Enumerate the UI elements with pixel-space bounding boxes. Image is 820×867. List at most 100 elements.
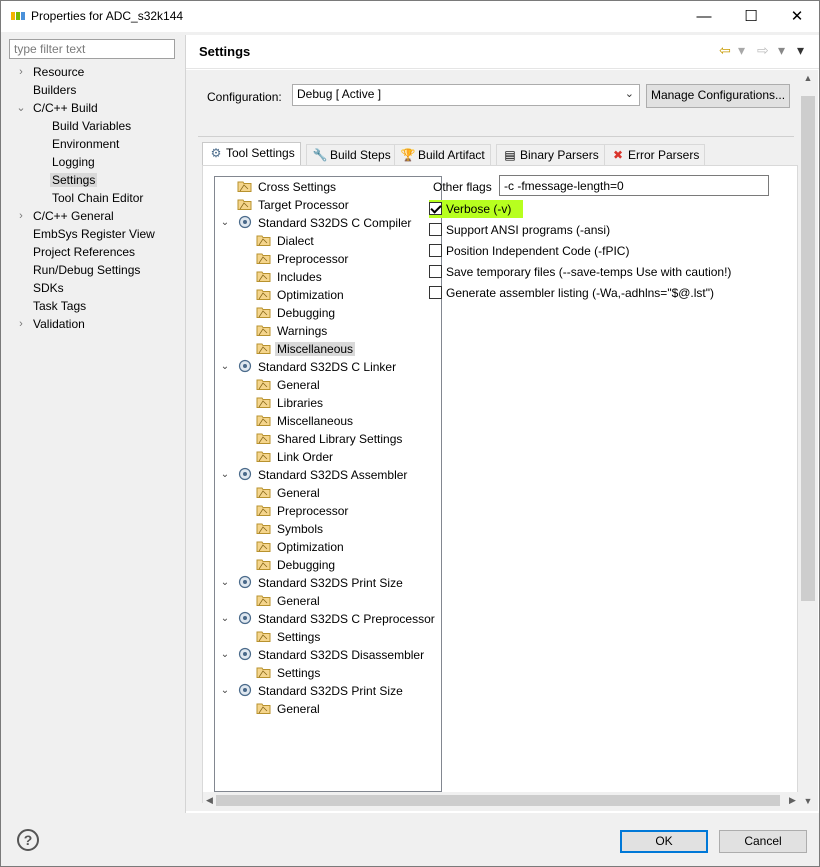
chevron-right-icon[interactable]: › xyxy=(15,207,27,225)
nav-item-builders[interactable]: Builders xyxy=(31,81,78,99)
chevron-right-icon[interactable]: › xyxy=(15,315,27,333)
nav-item-project-references[interactable]: Project References xyxy=(31,243,137,261)
close-button[interactable]: ✕ xyxy=(774,1,820,31)
forward-dropdown-icon[interactable]: ▾ xyxy=(778,42,785,60)
tool-tree-item-standard-s32ds-print-size[interactable]: ⌄ Standard S32DS Print Size xyxy=(221,574,405,592)
nav-item-build-variables[interactable]: Build Variables xyxy=(50,117,133,135)
tool-tree-item-includes[interactable]: Includes xyxy=(256,268,324,286)
tool-tree-item-miscellaneous[interactable]: Miscellaneous xyxy=(256,412,355,430)
tool-tree-item-standard-s32ds-c-compiler[interactable]: ⌄ Standard S32DS C Compiler xyxy=(221,214,413,232)
view-menu-icon[interactable]: ▾ xyxy=(797,42,804,60)
tool-tree-item-standard-s32ds-c-linker[interactable]: ⌄ Standard S32DS C Linker xyxy=(221,358,398,376)
other-flags-input[interactable] xyxy=(499,175,769,196)
tool-tree-item-link-order[interactable]: Link Order xyxy=(256,448,335,466)
tool-tree-item-general[interactable]: General xyxy=(256,700,322,718)
tool-tree-item-cross-settings[interactable]: Cross Settings xyxy=(237,178,338,196)
back-dropdown-icon[interactable]: ▾ xyxy=(738,42,745,60)
tool-tree-item-general[interactable]: General xyxy=(256,376,322,394)
ok-button[interactable]: OK xyxy=(620,830,708,853)
tool-tree-item-debugging[interactable]: Debugging xyxy=(256,304,337,322)
tab-binary-parsers[interactable]: ▤ Binary Parsers xyxy=(496,144,605,165)
chevron-right-icon[interactable]: › xyxy=(15,63,27,81)
option-position-independent-code-fpic[interactable]: Position Independent Code (-fPIC) xyxy=(429,242,629,260)
nav-item-task-tags[interactable]: Task Tags xyxy=(31,297,88,315)
nav-item-embsys-register-view[interactable]: EmbSys Register View xyxy=(31,225,157,243)
chevron-down-icon[interactable]: ⌄ xyxy=(219,574,231,592)
nav-item-c-c-general[interactable]: › C/C++ General xyxy=(19,207,116,225)
tool-tree-item-miscellaneous[interactable]: Miscellaneous xyxy=(256,340,356,358)
vertical-scrollbar[interactable]: ▲ ▼ xyxy=(798,70,818,811)
checkbox[interactable] xyxy=(429,244,442,257)
chevron-down-icon[interactable]: ⌄ xyxy=(219,610,231,628)
tab-error-parsers[interactable]: ✖ Error Parsers xyxy=(604,144,706,165)
tool-tree-item-settings[interactable]: Settings xyxy=(256,628,322,646)
tool-tree-label: Settings xyxy=(277,630,321,644)
tool-tree-item-target-processor[interactable]: Target Processor xyxy=(237,196,351,214)
back-arrow-icon[interactable]: ⇦ xyxy=(719,42,731,60)
nav-item-run-debug-settings[interactable]: Run/Debug Settings xyxy=(31,261,142,279)
chevron-down-icon[interactable]: ⌄ xyxy=(219,214,231,232)
chevron-down-icon[interactable]: ⌄ xyxy=(219,682,231,700)
horizontal-scrollbar[interactable]: ◀ ▶ xyxy=(203,792,799,809)
tool-tree-item-general[interactable]: General xyxy=(256,592,322,610)
tool-tree-item-libraries[interactable]: Libraries xyxy=(256,394,325,412)
forward-arrow-icon[interactable]: ⇨ xyxy=(757,42,769,60)
manage-configurations-button[interactable]: Manage Configurations... xyxy=(646,84,790,108)
maximize-button[interactable]: ☐ xyxy=(728,1,774,31)
option-support-ansi-programs-ansi[interactable]: Support ANSI programs (-ansi) xyxy=(429,221,610,239)
tool-tree-item-standard-s32ds-print-size[interactable]: ⌄ Standard S32DS Print Size xyxy=(221,682,405,700)
tool-tree[interactable]: Cross Settings Target Processor ⌄ Standard … xyxy=(214,176,442,792)
scroll-thumb[interactable] xyxy=(801,96,815,601)
scroll-right-icon[interactable]: ▶ xyxy=(786,792,799,809)
checkbox[interactable] xyxy=(429,223,442,236)
tool-tree-item-standard-s32ds-c-preprocessor[interactable]: ⌄ Standard S32DS C Preprocessor xyxy=(221,610,437,628)
tab-tool-settings[interactable]: ⚙ Tool Settings xyxy=(202,142,301,166)
cancel-button[interactable]: Cancel xyxy=(719,830,807,853)
nav-item-c-c-build[interactable]: ⌄ C/C++ Build xyxy=(16,99,100,117)
nav-item-tool-chain-editor[interactable]: Tool Chain Editor xyxy=(50,189,145,207)
chevron-down-icon[interactable]: ⌄ xyxy=(219,646,231,664)
option-generate-assembler-listing-wa-adhlns-lst[interactable]: Generate assembler listing (-Wa,-adhlns=… xyxy=(429,284,714,302)
tool-tree-item-preprocessor[interactable]: Preprocessor xyxy=(256,250,350,268)
option-verbose-v[interactable]: Verbose (-v) xyxy=(429,200,524,218)
filter-input[interactable] xyxy=(9,39,175,59)
nav-item-resource[interactable]: › Resource xyxy=(19,63,86,81)
option-save-temporary-files-save-temps-use-with-caution[interactable]: Save temporary files (--save-temps Use w… xyxy=(429,263,731,281)
tab-build-artifact[interactable]: 🏆 Build Artifact xyxy=(394,144,491,165)
scroll-up-icon[interactable]: ▲ xyxy=(798,73,818,83)
tool-gear-icon xyxy=(237,611,253,625)
scroll-thumb-horizontal[interactable] xyxy=(216,795,780,806)
tool-tree-label: Standard S32DS Print Size xyxy=(258,684,403,698)
help-icon[interactable]: ? xyxy=(17,829,39,851)
tool-tree-item-symbols[interactable]: Symbols xyxy=(256,520,325,538)
tool-tree-item-standard-s32ds-disassembler[interactable]: ⌄ Standard S32DS Disassembler xyxy=(221,646,426,664)
tool-tree-label: Standard S32DS C Linker xyxy=(258,360,397,374)
minimize-button[interactable]: — xyxy=(681,1,727,31)
tool-tree-item-dialect[interactable]: Dialect xyxy=(256,232,316,250)
tool-tree-item-preprocessor[interactable]: Preprocessor xyxy=(256,502,350,520)
tool-tree-item-standard-s32ds-assembler[interactable]: ⌄ Standard S32DS Assembler xyxy=(221,466,409,484)
tool-tree-item-shared-library-settings[interactable]: Shared Library Settings xyxy=(256,430,404,448)
checkbox[interactable] xyxy=(429,265,442,278)
tool-tree-item-debugging[interactable]: Debugging xyxy=(256,556,337,574)
tab-build-steps[interactable]: 🔧 Build Steps xyxy=(306,144,397,165)
checkbox[interactable] xyxy=(429,202,442,215)
scroll-left-icon[interactable]: ◀ xyxy=(203,792,216,809)
nav-item-settings[interactable]: Settings xyxy=(50,171,98,189)
nav-item-environment[interactable]: Environment xyxy=(50,135,121,153)
chevron-down-icon[interactable]: ⌄ xyxy=(219,466,231,484)
nav-item-logging[interactable]: Logging xyxy=(50,153,97,171)
tool-tree-item-warnings[interactable]: Warnings xyxy=(256,322,329,340)
chevron-down-icon[interactable]: ⌄ xyxy=(219,358,231,376)
tool-tree-item-settings[interactable]: Settings xyxy=(256,664,322,682)
nav-item-label: C/C++ Build xyxy=(33,101,98,115)
tool-tree-item-optimization[interactable]: Optimization xyxy=(256,286,346,304)
tool-tree-item-general[interactable]: General xyxy=(256,484,322,502)
configuration-select[interactable]: Debug [ Active ] ⌄ xyxy=(292,84,640,106)
scroll-down-icon[interactable]: ▼ xyxy=(798,796,818,806)
nav-item-sdks[interactable]: SDKs xyxy=(31,279,66,297)
nav-item-validation[interactable]: › Validation xyxy=(19,315,87,333)
tool-tree-item-optimization[interactable]: Optimization xyxy=(256,538,346,556)
chevron-down-icon[interactable]: ⌄ xyxy=(15,99,27,117)
checkbox[interactable] xyxy=(429,286,442,299)
